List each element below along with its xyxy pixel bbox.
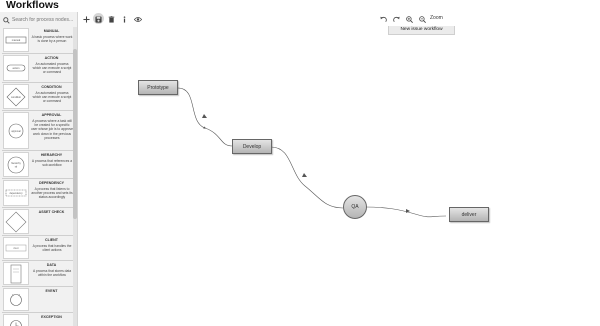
palette-item-title: ACTION: [44, 56, 59, 60]
edge-qa-deliver: [364, 206, 447, 218]
condition-node-thumbnail: condition: [3, 84, 29, 109]
palette-item-manual[interactable]: manual MANUAL A basic process where work…: [2, 27, 73, 54]
workflow-edges: [177, 87, 447, 218]
palette-item-title: CONDITION: [41, 85, 62, 89]
palette-item-condition[interactable]: condition CONDITION An automated process…: [2, 83, 73, 111]
redo-icon: [393, 10, 400, 28]
data-node-thumbnail: [3, 262, 29, 285]
palette-item-desc: An automated process which can execute a…: [32, 91, 72, 104]
edge-develop-qa: [270, 146, 344, 209]
palette-item-hierarchy[interactable]: hierarchy sb HIERARCHY A process that ref…: [2, 151, 73, 179]
editor-toolbar: Zoom: [80, 12, 600, 26]
action-node-thumbnail: action: [3, 55, 29, 81]
palette-item-title: DATA: [46, 263, 57, 267]
workflow-editor: Workflows manual MANUAL A basic process …: [0, 0, 600, 326]
delete-button[interactable]: [106, 13, 117, 24]
event-node-thumbnail: [3, 288, 29, 311]
palette-item-title: MANUAL: [43, 29, 60, 33]
undo-button[interactable]: [378, 13, 389, 24]
palette-item-title: HIERARCHY: [40, 153, 63, 157]
zoom-label[interactable]: Zoom: [430, 15, 443, 21]
palette-item-title: APPROVAL: [41, 113, 62, 117]
palette-item-action[interactable]: action ACTION An automated process which…: [2, 54, 73, 83]
hierarchy-node-thumbnail: hierarchy sb: [3, 152, 29, 177]
sidebar-scrollbar[interactable]: [73, 27, 77, 326]
svg-text:hierarchy: hierarchy: [11, 162, 21, 165]
palette-item-title: EXCEPTION: [41, 315, 62, 319]
search-icon: [2, 16, 11, 25]
node-palette-sidebar: manual MANUAL A basic process where work…: [0, 12, 78, 326]
palette-item-data[interactable]: DATA A process that stores data within t…: [2, 261, 73, 287]
dependency-node-thumbnail: dependency: [3, 180, 29, 206]
zoom-out-icon: [419, 10, 426, 28]
zoom-in-icon: [406, 10, 413, 28]
svg-text:approval: approval: [11, 130, 21, 133]
search-bar: [2, 14, 76, 26]
palette-item-desc: A basic process where work is done by a …: [31, 35, 73, 44]
palette-list: manual MANUAL A basic process where work…: [2, 27, 73, 326]
add-node-button[interactable]: [81, 13, 92, 24]
palette-item-title: DEPENDENCY: [39, 181, 64, 185]
palette-item-title: CLIENT: [45, 238, 58, 242]
svg-text:condition: condition: [11, 96, 22, 99]
edge-develop-qa-arrow: [302, 173, 307, 177]
sidebar-scrollbar-thumb[interactable]: [73, 49, 77, 219]
title-bar: Workflows: [0, 0, 600, 12]
palette-item-asset-check[interactable]: ASSET CHECK: [2, 208, 73, 236]
search-input[interactable]: [11, 15, 75, 25]
node-deliver[interactable]: deliver: [449, 207, 489, 222]
asset-check-node-thumbnail: [3, 209, 29, 234]
palette-item-desc: A process that handles the client action…: [32, 244, 72, 253]
svg-text:manual: manual: [12, 38, 21, 42]
save-button[interactable]: [93, 13, 104, 24]
info-button[interactable]: [119, 13, 130, 24]
zoom-out-button[interactable]: [417, 13, 428, 24]
palette-item-desc: An automated process which can execute a…: [32, 62, 72, 75]
node-develop[interactable]: Develop: [232, 139, 272, 154]
add-icon: [83, 10, 90, 28]
palette-item-desc: A process where a task will be created f…: [31, 119, 73, 140]
palette-item-event[interactable]: EVENT: [2, 287, 73, 313]
undo-icon: [380, 10, 387, 28]
workflow-name-tab[interactable]: New issue workflow: [388, 26, 455, 35]
workflow-canvas[interactable]: New issue workflow Prototype Develop QA …: [80, 26, 600, 326]
client-node-thumbnail: client: [3, 237, 29, 259]
redo-button[interactable]: [391, 13, 402, 24]
approval-node-thumbnail: approval: [3, 112, 29, 149]
info-icon: [121, 10, 128, 28]
save-icon: [95, 10, 102, 28]
palette-item-dependency[interactable]: dependency DEPENDENCY A process that lis…: [2, 179, 73, 208]
exception-node-thumbnail: [3, 314, 29, 326]
manual-node-thumbnail: manual: [3, 28, 29, 52]
palette-item-approval[interactable]: approval APPROVAL A process where a task…: [2, 111, 73, 151]
zoom-in-button[interactable]: [404, 13, 415, 24]
node-qa[interactable]: QA: [343, 195, 367, 219]
svg-text:action: action: [13, 66, 20, 70]
node-prototype[interactable]: Prototype: [138, 80, 178, 95]
palette-item-desc: A process that references a sub-workflow: [31, 159, 73, 168]
delete-icon: [108, 10, 115, 28]
palette-item-desc: A process that stores data within the wo…: [32, 269, 72, 278]
palette-item-desc: A process that listens to another proces…: [31, 187, 73, 200]
edge-prototype-develop-arrow: [202, 114, 207, 118]
palette-item-title: ASSET CHECK: [38, 210, 65, 214]
view-button[interactable]: [132, 13, 143, 24]
palette-item-title: EVENT: [45, 289, 58, 293]
svg-text:dependency: dependency: [9, 192, 23, 195]
view-icon: [133, 10, 142, 28]
svg-text:client: client: [13, 247, 19, 250]
palette-item-exception[interactable]: EXCEPTION: [2, 313, 73, 326]
palette-item-client[interactable]: client CLIENT A process that handles the…: [2, 236, 73, 261]
app-title: Workflows: [6, 0, 59, 11]
